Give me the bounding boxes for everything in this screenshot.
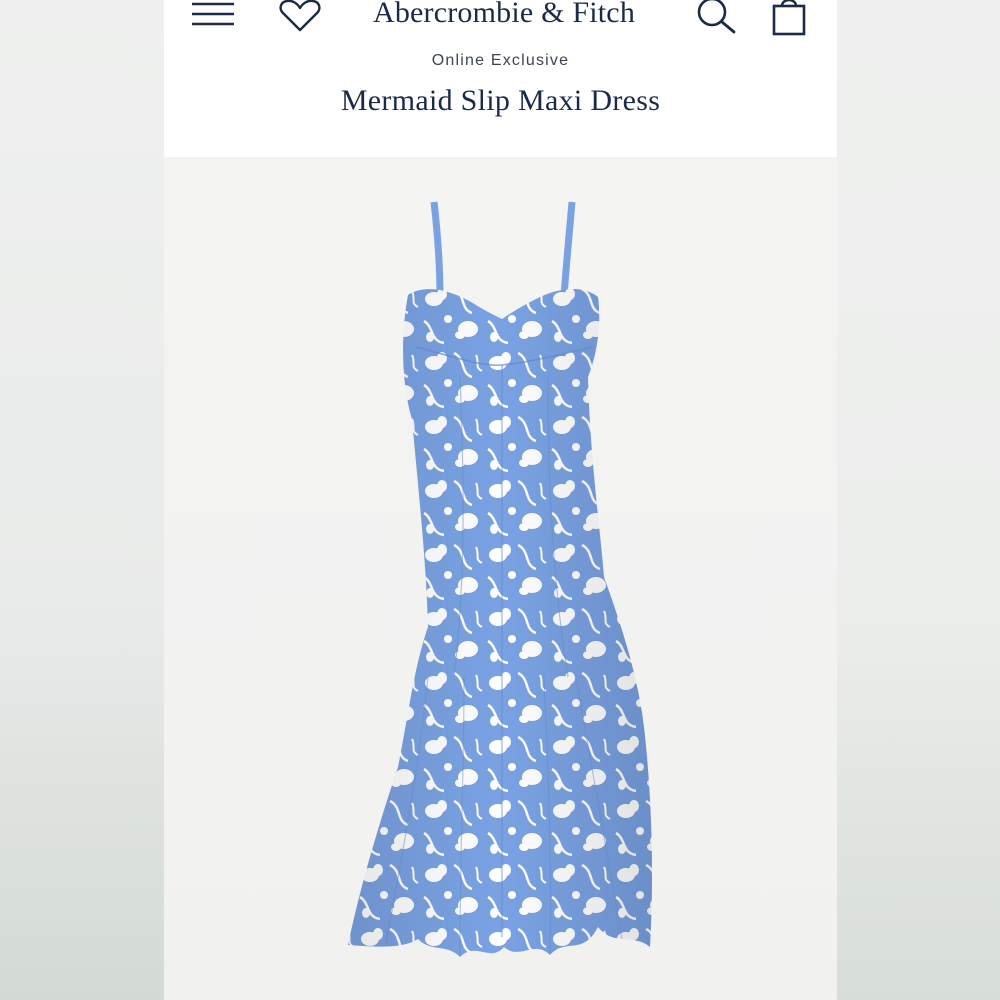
dress-illustration [348, 201, 652, 957]
blurred-background-right [837, 0, 1000, 1000]
product-page: Abercrombie & Fitch Online Exclusive Mer… [164, 0, 837, 1000]
product-image[interactable] [164, 157, 837, 1000]
top-navigation: Abercrombie & Fitch [164, 0, 837, 40]
product-title: Mermaid Slip Maxi Dress [340, 84, 661, 117]
hamburger-menu-icon[interactable] [190, 0, 236, 30]
heart-icon[interactable] [278, 0, 322, 34]
brand-logo[interactable]: Abercrombie & Fitch [334, 0, 674, 30]
search-icon[interactable] [694, 0, 738, 34]
blurred-background-left [0, 0, 164, 1000]
shopping-bag-icon[interactable] [768, 0, 812, 38]
right-strap [560, 201, 576, 298]
online-exclusive-badge: Online Exclusive [431, 52, 570, 69]
left-strap [430, 201, 444, 298]
